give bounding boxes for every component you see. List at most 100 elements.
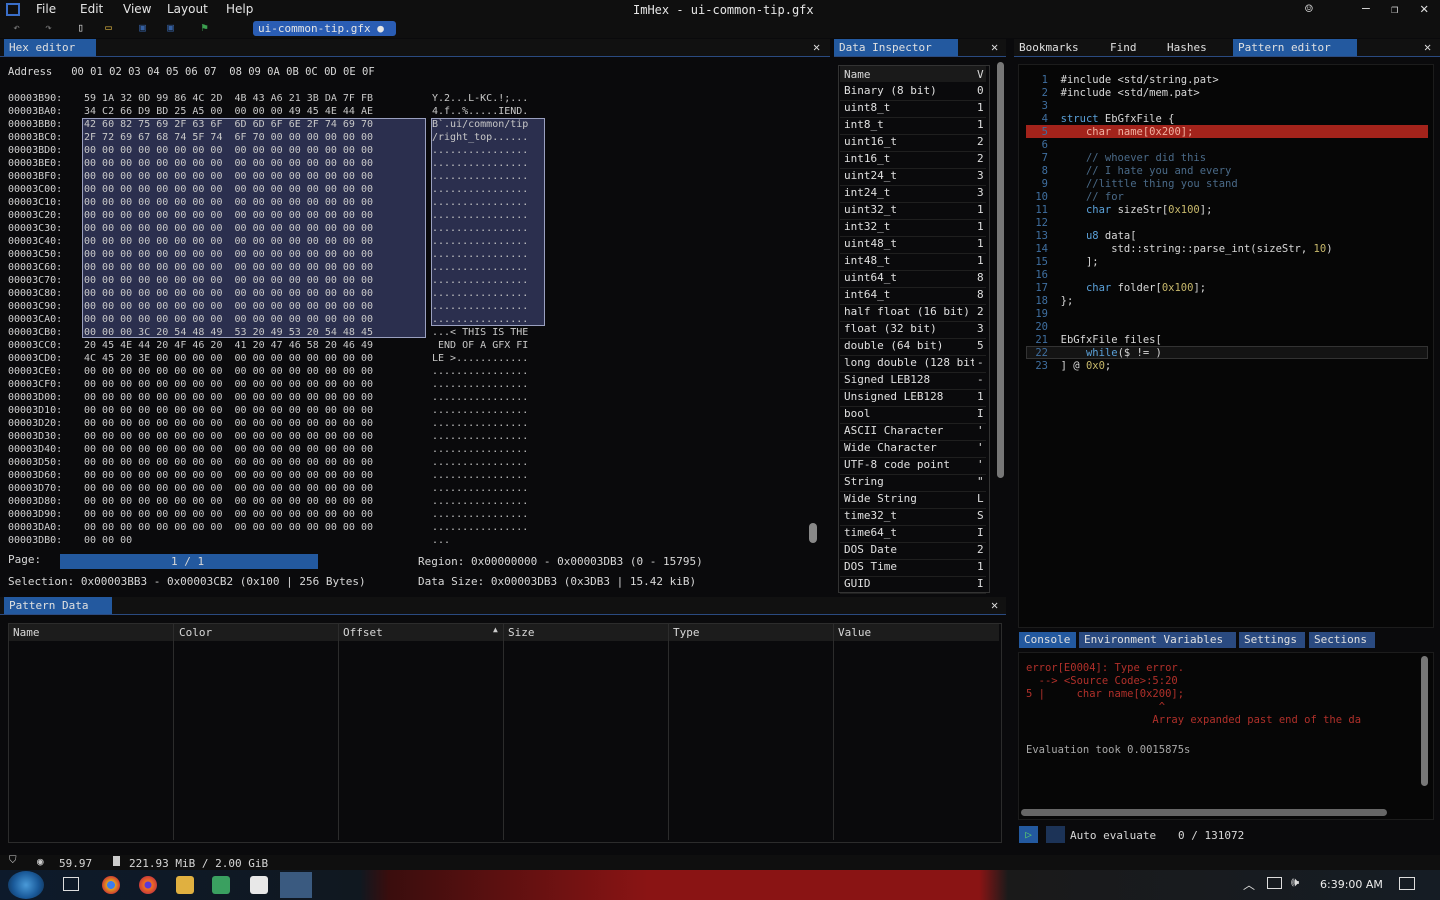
hex-row[interactable]: 00003DB0: 00 00 00...: [8, 534, 450, 547]
hex-row[interactable]: 00003CF0: 00 00 00 00 00 00 00 00 00 00 0…: [8, 378, 528, 391]
hex-ascii[interactable]: ................: [432, 378, 528, 391]
tab-bookmarks[interactable]: Bookmarks: [1014, 39, 1100, 56]
code-line[interactable]: 8 // I hate you and every: [1028, 165, 1232, 178]
menu-file[interactable]: File: [36, 2, 56, 16]
save-icon[interactable]: ▣: [136, 21, 149, 34]
code-line[interactable]: 19: [1028, 308, 1061, 321]
hex-row[interactable]: 00003CB0: 00 00 00 3C 20 54 48 49 53 20 4…: [8, 326, 528, 339]
code-line[interactable]: 20: [1028, 321, 1061, 334]
col-offset[interactable]: Offset: [343, 626, 383, 639]
col-size[interactable]: Size: [508, 626, 535, 639]
data-inspector-row[interactable]: UTF-8 code point ': [840, 457, 986, 475]
col-value[interactable]: Value: [838, 626, 871, 639]
code-line[interactable]: 11 char sizeStr[0x100];: [1028, 204, 1212, 217]
hex-bytes[interactable]: 00 00 00 00 00 00 00 00 00 00 00 00 00 0…: [84, 482, 373, 495]
code-line[interactable]: 18 };: [1028, 295, 1073, 308]
hex-ascii[interactable]: ................: [432, 157, 528, 170]
hex-ascii[interactable]: /right_top......: [432, 131, 528, 144]
console-hscrollbar[interactable]: [1021, 809, 1387, 816]
hex-row[interactable]: 00003CE0: 00 00 00 00 00 00 00 00 00 00 0…: [8, 365, 528, 378]
code-line[interactable]: 17 char folder[0x100];: [1028, 282, 1206, 295]
hex-bytes[interactable]: 00 00 00 00 00 00 00 00 00 00 00 00 00 0…: [84, 235, 373, 248]
tab-sections[interactable]: Sections: [1309, 632, 1375, 648]
hex-bytes[interactable]: 00 00 00 00 00 00 00 00 00 00 00 00 00 0…: [84, 391, 373, 404]
tab-data-inspector[interactable]: Data Inspector: [834, 39, 958, 56]
hex-ascii[interactable]: ................: [432, 469, 528, 482]
menu-view[interactable]: View: [123, 2, 151, 16]
hex-ascii[interactable]: ................: [432, 482, 528, 495]
hex-row[interactable]: 00003C80: 00 00 00 00 00 00 00 00 00 00 0…: [8, 287, 528, 300]
hex-bytes[interactable]: 4C 45 20 3E 00 00 00 00 00 00 00 00 00 0…: [84, 352, 373, 365]
hex-row[interactable]: 00003B90: 59 1A 32 0D 99 86 4C 2D 4B 43 A…: [8, 92, 528, 105]
hex-ascii[interactable]: ................: [432, 170, 528, 183]
hex-row[interactable]: 00003D00: 00 00 00 00 00 00 00 00 00 00 0…: [8, 391, 528, 404]
hex-ascii[interactable]: ................: [432, 404, 528, 417]
hex-editor-close-icon[interactable]: ✕: [813, 40, 820, 54]
code-line[interactable]: 9 //little thing you stand: [1028, 178, 1238, 191]
hex-row[interactable]: 00003D70: 00 00 00 00 00 00 00 00 00 00 0…: [8, 482, 528, 495]
smiley-icon[interactable]: ☺: [1305, 2, 1313, 17]
hex-bytes[interactable]: 00 00 00 00 00 00 00 00 00 00 00 00 00 0…: [84, 248, 373, 261]
tab-hex-editor[interactable]: Hex editor: [4, 39, 96, 56]
data-inspector-row[interactable]: int64_t 8: [840, 287, 986, 305]
code-line[interactable]: 16: [1028, 269, 1061, 282]
data-inspector-row[interactable]: bool I: [840, 406, 986, 424]
task-view-icon[interactable]: [63, 877, 79, 891]
hex-ascii[interactable]: END OF A GFX FI: [432, 339, 528, 352]
hex-row[interactable]: 00003D50: 00 00 00 00 00 00 00 00 00 00 0…: [8, 456, 528, 469]
hex-bytes[interactable]: 00 00 00 00 00 00 00 00 00 00 00 00 00 0…: [84, 157, 373, 170]
7zip-icon[interactable]: [250, 876, 268, 894]
imhex-taskbar-icon[interactable]: [280, 872, 312, 898]
data-inspector-row[interactable]: int8_t 1: [840, 117, 986, 135]
file-explorer-icon[interactable]: [176, 876, 194, 894]
hex-bytes[interactable]: 00 00 00 00 00 00 00 00 00 00 00 00 00 0…: [84, 196, 373, 209]
new-file-icon[interactable]: ▯: [74, 21, 87, 34]
hex-bytes[interactable]: 00 00 00 00 00 00 00 00 00 00 00 00 00 0…: [84, 456, 373, 469]
hex-ascii[interactable]: B`.ui/common/tip: [432, 118, 528, 131]
hex-bytes[interactable]: 00 00 00 00 00 00 00 00 00 00 00 00 00 0…: [84, 508, 373, 521]
hex-row[interactable]: 00003BF0: 00 00 00 00 00 00 00 00 00 00 0…: [8, 170, 528, 183]
hex-bytes[interactable]: 00 00 00 00 00 00 00 00 00 00 00 00 00 0…: [84, 222, 373, 235]
hex-bytes[interactable]: 00 00 00 00 00 00 00 00 00 00 00 00 00 0…: [84, 430, 373, 443]
data-inspector-row[interactable]: uint8_t 1: [840, 100, 986, 118]
hex-ascii[interactable]: ................: [432, 456, 528, 469]
hex-row[interactable]: 00003D20: 00 00 00 00 00 00 00 00 00 00 0…: [8, 417, 528, 430]
data-inspector-row[interactable]: int16_t 2: [840, 151, 986, 169]
data-inspector-row[interactable]: time32_t S: [840, 508, 986, 526]
minimize-icon[interactable]: —: [1362, 1, 1370, 16]
data-inspector-row[interactable]: float (32 bit) 3: [840, 321, 986, 339]
redo-icon[interactable]: ↷: [42, 21, 55, 34]
hex-bytes[interactable]: 59 1A 32 0D 99 86 4C 2D 4B 43 A6 21 3B D…: [84, 92, 373, 105]
data-inspector-row[interactable]: int48_t 1: [840, 253, 986, 271]
hex-bytes[interactable]: 00 00 00 00 00 00 00 00 00 00 00 00 00 0…: [84, 365, 373, 378]
hex-ascii[interactable]: Y.2...L-KC.!;...: [432, 92, 528, 105]
hex-bytes[interactable]: 00 00 00 00 00 00 00 00 00 00 00 00 00 0…: [84, 443, 373, 456]
hex-bytes[interactable]: 00 00 00 00 00 00 00 00 00 00 00 00 00 0…: [84, 521, 373, 534]
tab-environment-variables[interactable]: Environment Variables: [1079, 632, 1236, 648]
data-inspector-row[interactable]: Signed LEB128 -: [840, 372, 986, 390]
hex-scrollbar[interactable]: [809, 523, 817, 543]
tab-settings[interactable]: Settings: [1239, 632, 1305, 648]
hex-ascii[interactable]: ................: [432, 313, 528, 326]
data-inspector-row[interactable]: half float (16 bit) 2: [840, 304, 986, 322]
code-line[interactable]: 21 EbGfxFile files[: [1028, 334, 1161, 347]
hex-ascii[interactable]: ................: [432, 287, 528, 300]
right-panel-close-icon[interactable]: ✕: [1424, 40, 1431, 54]
menu-help[interactable]: Help: [226, 2, 253, 16]
restore-icon[interactable]: ❐: [1391, 2, 1398, 16]
col-color[interactable]: Color: [179, 626, 212, 639]
code-line[interactable]: 1 #include <std/string.pat>: [1028, 74, 1219, 87]
hex-row[interactable]: 00003CC0: 20 45 4E 44 20 4F 46 20 41 20 4…: [8, 339, 528, 352]
firefox-icon[interactable]: [139, 876, 157, 894]
hex-row[interactable]: 00003C30: 00 00 00 00 00 00 00 00 00 00 0…: [8, 222, 528, 235]
hex-ascii[interactable]: LE >............: [432, 352, 528, 365]
hex-bytes[interactable]: 00 00 00 3C 20 54 48 49 53 20 49 53 20 5…: [84, 326, 373, 339]
hex-ascii[interactable]: ................: [432, 248, 528, 261]
tab-console[interactable]: Console: [1019, 632, 1076, 648]
hex-row[interactable]: 00003CA0: 00 00 00 00 00 00 00 00 00 00 0…: [8, 313, 528, 326]
hex-row[interactable]: 00003D30: 00 00 00 00 00 00 00 00 00 00 0…: [8, 430, 528, 443]
notifications-icon[interactable]: [1399, 877, 1415, 890]
hex-row[interactable]: 00003BA0: 34 C2 66 D9 BD 25 A5 00 00 00 0…: [8, 105, 528, 118]
hex-ascii[interactable]: ................: [432, 300, 528, 313]
notepad-icon[interactable]: [212, 876, 230, 894]
